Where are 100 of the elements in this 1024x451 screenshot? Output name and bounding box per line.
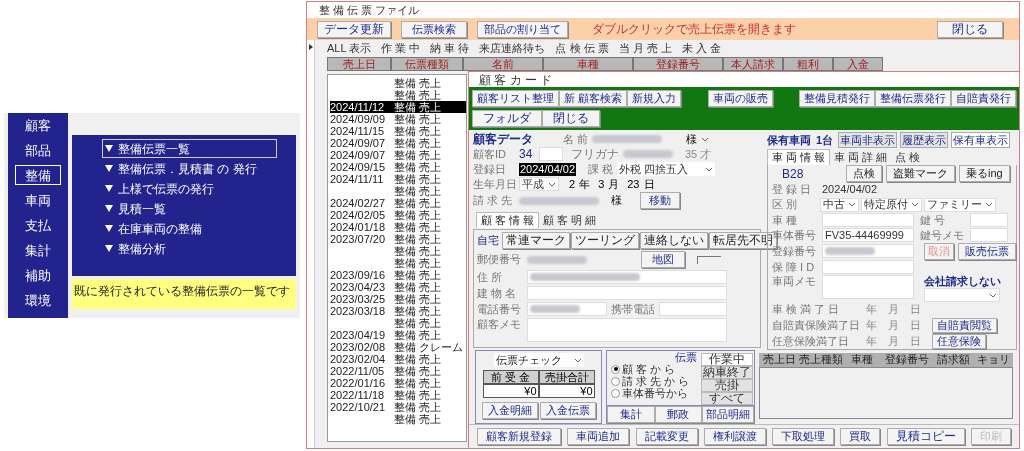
tab[interactable]: 車 両 情 報	[767, 149, 831, 165]
view-tab[interactable]: 保有車表示	[951, 132, 1011, 148]
button[interactable]: 任意保険	[932, 334, 986, 349]
input-field[interactable]	[822, 213, 914, 227]
button[interactable]: 地図	[641, 251, 685, 268]
button[interactable]: 点検	[846, 165, 882, 182]
select-value: ファミリー	[927, 197, 982, 213]
input-field[interactable]	[822, 244, 914, 258]
nav-item[interactable]: 部品	[15, 140, 61, 160]
status-toggle[interactable]: 作業中	[701, 353, 753, 366]
submenu-item[interactable]: 在庫車両の整備	[102, 219, 277, 238]
button[interactable]: 記載変更	[635, 428, 698, 445]
button[interactable]: 見積コピー	[886, 428, 965, 445]
button[interactable]: 顧客リスト整理	[472, 90, 559, 107]
button[interactable]: 盗難マーク	[886, 165, 955, 182]
button[interactable]: 整備見積発行	[799, 90, 875, 107]
nav-item[interactable]: 集計	[15, 240, 61, 260]
nav-item[interactable]: 整備	[15, 165, 61, 185]
filter-tab[interactable]: 未 入 金	[681, 42, 721, 55]
button[interactable]: 車両の販売	[707, 90, 773, 107]
submenu-item[interactable]: 整備伝票．見積書 の 発行	[102, 159, 277, 178]
button[interactable]: 販売伝票	[958, 242, 1016, 260]
input-field[interactable]	[970, 213, 1008, 227]
input-field[interactable]: 伝票チェック	[493, 353, 584, 367]
button[interactable]: フォルダ	[472, 110, 542, 127]
button[interactable]: ツーリング	[571, 232, 639, 249]
filter-tab[interactable]: 納 車 待	[430, 42, 470, 55]
button[interactable]: 伝票検索	[401, 20, 467, 38]
input-field[interactable]	[527, 270, 727, 284]
input-field[interactable]	[539, 147, 563, 161]
button[interactable]: 自賠責発行	[951, 90, 1016, 107]
input-field[interactable]	[924, 288, 1000, 302]
input-field[interactable]: 特定原付	[861, 197, 922, 212]
amount-cell: ¥0	[482, 384, 539, 398]
button[interactable]: 新規入力	[627, 90, 682, 107]
filter-tab[interactable]: ALL 表示	[327, 42, 372, 55]
button[interactable]: 乗るing	[959, 165, 1010, 182]
tab[interactable]: 顧 客 情 報	[476, 212, 540, 228]
input-field[interactable]: 中古	[820, 197, 859, 212]
input-field[interactable]: ファミリー	[924, 197, 996, 212]
button[interactable]: 常連マーク	[502, 232, 570, 249]
date-field[interactable]: 2024/04/02	[519, 162, 577, 176]
radio-button[interactable]	[611, 364, 621, 374]
button[interactable]: 整備伝票発行	[875, 90, 951, 107]
input-field[interactable]: 外税 四捨五入	[617, 162, 716, 176]
filter-tab[interactable]: 当 月 売 上	[618, 42, 672, 55]
type-cell: 整備 クレーム	[394, 341, 464, 353]
button[interactable]: 部品明細	[702, 406, 754, 423]
nav-item[interactable]: 顧客	[15, 115, 61, 135]
input-field[interactable]: FV35-44469999	[822, 228, 914, 242]
tab[interactable]: 車 両 詳 細	[830, 149, 892, 165]
button[interactable]: 閉じる	[937, 20, 1003, 38]
input-field[interactable]	[822, 275, 914, 299]
view-tab[interactable]: 車両非表示	[838, 132, 898, 148]
input-field[interactable]	[527, 318, 727, 342]
type-cell: 整備 売上	[394, 173, 442, 185]
radio-button[interactable]	[611, 376, 621, 386]
button[interactable]: 連絡しない	[640, 232, 708, 249]
input-field[interactable]: 平成	[519, 177, 559, 191]
nav-item[interactable]: 環境	[15, 290, 61, 310]
input-field[interactable]	[659, 302, 727, 316]
button[interactable]: 下取処理	[772, 428, 835, 445]
status-toggle[interactable]: 売掛	[701, 379, 753, 392]
input-field[interactable]	[527, 302, 607, 316]
submenu-item[interactable]: 上様で伝票の発行	[102, 179, 277, 198]
tab[interactable]: 点 検	[891, 149, 925, 165]
button[interactable]: 車両追加	[567, 428, 630, 445]
button[interactable]: 自賠責閲覧	[932, 318, 997, 333]
button[interactable]: 入金伝票	[539, 402, 596, 419]
view-tab[interactable]: 履歴表示	[900, 132, 949, 148]
submenu-item[interactable]: 見積一覧	[102, 199, 277, 218]
submenu-item[interactable]: 整備伝票一覧	[102, 139, 277, 158]
filter-tab[interactable]: 来店連絡待ち	[479, 42, 546, 55]
input-field[interactable]	[822, 260, 914, 274]
button[interactable]: 権利譲渡	[703, 428, 766, 445]
button[interactable]: 移動	[640, 192, 680, 209]
submenu-item[interactable]: 整備分析	[102, 239, 277, 258]
nav-item[interactable]: 車両	[15, 190, 61, 210]
button[interactable]: 集計	[607, 406, 655, 423]
button[interactable]: 郵政	[654, 406, 702, 423]
input-field[interactable]	[527, 286, 727, 300]
input-field[interactable]	[970, 228, 1008, 242]
button[interactable]: 部品の割り当て	[477, 20, 568, 38]
radio-button[interactable]	[611, 388, 621, 398]
type-cell: 整備 売上	[394, 137, 442, 149]
type-cell: 整備 売上	[394, 365, 442, 377]
nav-item[interactable]: 支払	[15, 215, 61, 235]
button[interactable]: 買取	[840, 428, 881, 445]
button[interactable]: 閉じる	[542, 110, 600, 127]
button[interactable]: データ更新	[317, 20, 391, 38]
button[interactable]: 新 顧客検索	[559, 90, 628, 107]
tab[interactable]: 顧 客 明 細	[539, 212, 601, 228]
status-toggle[interactable]: 納車終了	[701, 366, 753, 379]
button[interactable]: 顧客新規登録	[477, 428, 561, 445]
status-toggle[interactable]: すべて	[701, 392, 753, 405]
button[interactable]: 入金明細	[481, 402, 538, 419]
date-cell: 2024/09/07	[330, 137, 386, 149]
filter-tab[interactable]: 点 検 伝 票	[555, 42, 609, 55]
nav-item[interactable]: 補助	[15, 265, 61, 285]
filter-tab[interactable]: 作 業 中	[381, 42, 421, 55]
